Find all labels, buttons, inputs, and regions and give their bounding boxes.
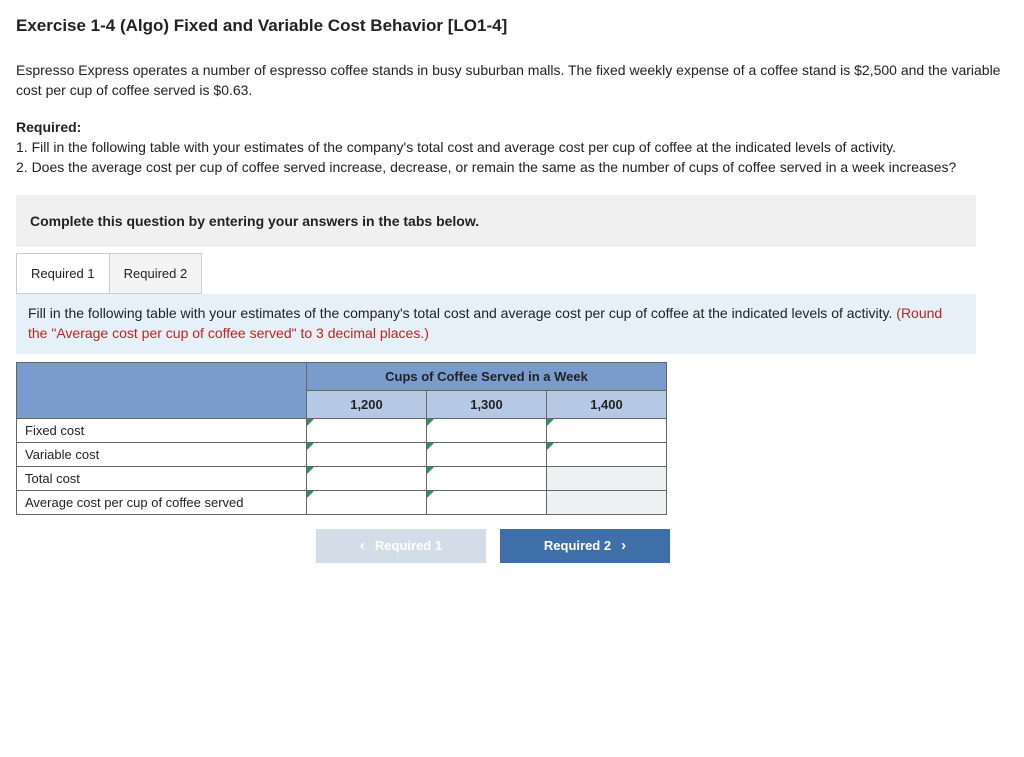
required-label: Required:: [16, 119, 81, 135]
cell-disabled: [547, 466, 667, 490]
tab-required-2[interactable]: Required 2: [110, 253, 203, 294]
row-label-fixed: Fixed cost: [17, 418, 307, 442]
input-cell[interactable]: [307, 418, 427, 442]
corner-cell: [17, 362, 307, 418]
input-cell[interactable]: [307, 442, 427, 466]
table-row: Average cost per cup of coffee served: [17, 490, 667, 514]
table-header-merged: Cups of Coffee Served in a Week: [307, 362, 667, 390]
chevron-right-icon: ›: [621, 537, 626, 554]
nav-buttons: ‹ Required 1 Required 2 ›: [316, 529, 1008, 563]
required-block: Required: 1. Fill in the following table…: [16, 117, 1008, 178]
input-cell[interactable]: [307, 490, 427, 514]
complete-instruction-bar: Complete this question by entering your …: [16, 195, 976, 247]
instruction-bar: Fill in the following table with your es…: [16, 294, 976, 353]
page-title: Exercise 1-4 (Algo) Fixed and Variable C…: [16, 16, 1008, 36]
col-header-1400: 1,400: [547, 390, 667, 418]
input-cell[interactable]: [547, 418, 667, 442]
intro-text: Espresso Express operates a number of es…: [16, 60, 1008, 101]
input-cell[interactable]: [427, 466, 547, 490]
next-button[interactable]: Required 2 ›: [500, 529, 670, 563]
prev-button-label: Required 1: [375, 538, 442, 553]
required-item-2: 2. Does the average cost per cup of coff…: [16, 159, 956, 175]
col-header-1200: 1,200: [307, 390, 427, 418]
row-label-total: Total cost: [17, 466, 307, 490]
input-cell[interactable]: [427, 442, 547, 466]
row-label-variable: Variable cost: [17, 442, 307, 466]
input-cell[interactable]: [307, 466, 427, 490]
tabs: Required 1 Required 2: [16, 253, 1008, 294]
chevron-left-icon: ‹: [360, 537, 365, 554]
tab-required-1[interactable]: Required 1: [16, 253, 110, 294]
col-header-1300: 1,300: [427, 390, 547, 418]
next-button-label: Required 2: [544, 538, 611, 553]
input-cell[interactable]: [427, 418, 547, 442]
table-row: Variable cost: [17, 442, 667, 466]
required-item-1: 1. Fill in the following table with your…: [16, 139, 896, 155]
instruction-text: Fill in the following table with your es…: [28, 305, 896, 321]
input-cell[interactable]: [547, 442, 667, 466]
row-label-average: Average cost per cup of coffee served: [17, 490, 307, 514]
prev-button[interactable]: ‹ Required 1: [316, 529, 486, 563]
cost-table: Cups of Coffee Served in a Week 1,200 1,…: [16, 362, 667, 515]
cell-disabled: [547, 490, 667, 514]
input-cell[interactable]: [427, 490, 547, 514]
table-row: Total cost: [17, 466, 667, 490]
table-row: Fixed cost: [17, 418, 667, 442]
